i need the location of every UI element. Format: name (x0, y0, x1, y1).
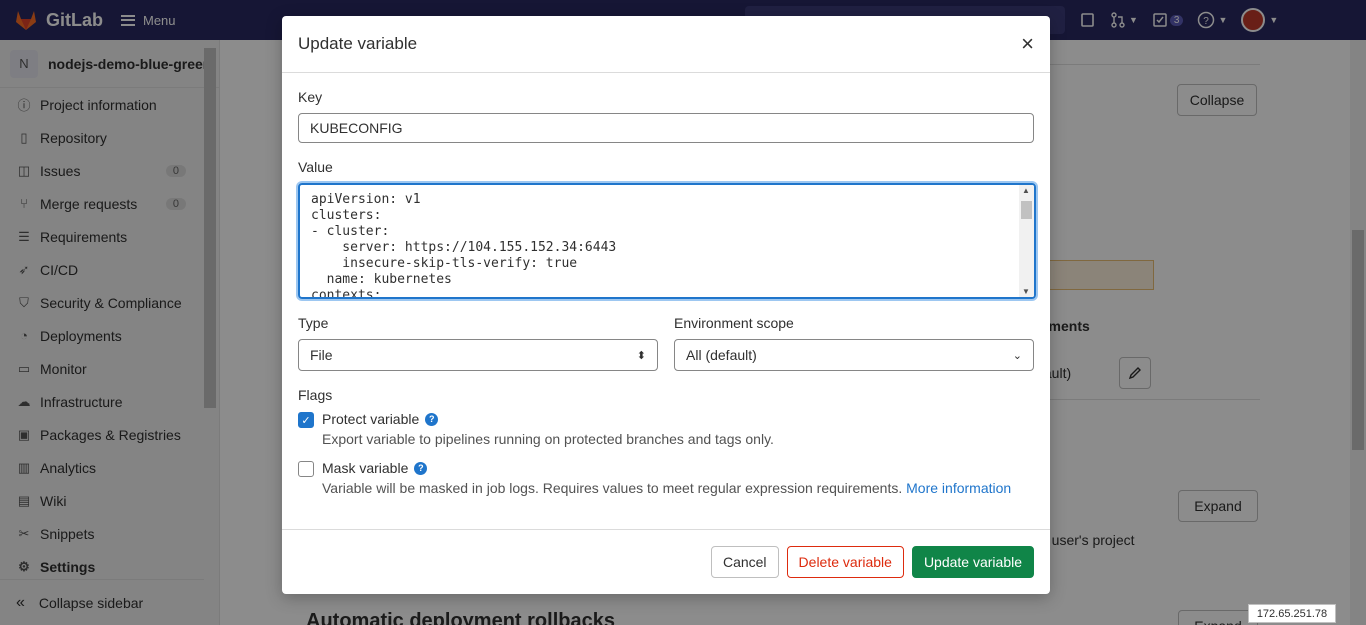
help-icon[interactable]: ? (425, 412, 439, 426)
mask-variable-label: Mask variable (322, 460, 409, 476)
protect-variable-flag: ✓ Protect variable ? Export variable to … (298, 411, 1034, 447)
key-input[interactable]: KUBECONFIG (298, 113, 1034, 143)
protect-variable-label: Protect variable (322, 411, 420, 427)
modal-footer: Cancel Delete variable Update variable (282, 529, 1050, 594)
environment-scope-field: Environment scope All (default) ⌄ (674, 315, 1034, 371)
type-select-value: File (310, 347, 333, 363)
close-icon[interactable]: × (1021, 33, 1034, 55)
modal-title: Update variable (298, 34, 418, 53)
select-updown-icon: ⬍ (636, 349, 646, 362)
type-field: Type File ⬍ (298, 315, 658, 371)
value-scrollbar-thumb[interactable] (1021, 201, 1032, 219)
help-icon[interactable]: ? (414, 461, 428, 475)
modal-body: Key KUBECONFIG Value apiVersion: v1 clus… (282, 73, 1050, 496)
scroll-up-arrow-icon[interactable]: ▲ (1022, 186, 1030, 195)
delete-variable-button[interactable]: Delete variable (786, 546, 904, 578)
chevron-down-icon: ⌄ (1012, 349, 1022, 362)
ip-address-tag: 172.65.251.78 (1248, 604, 1336, 623)
value-textarea[interactable]: apiVersion: v1 clusters: - cluster: serv… (298, 183, 1036, 299)
mask-variable-description: Variable will be masked in job logs. Req… (322, 480, 903, 496)
mask-variable-checkbox[interactable] (298, 461, 314, 477)
update-variable-modal: Update variable × Key KUBECONFIG Value a… (282, 16, 1050, 594)
key-label: Key (298, 89, 323, 105)
environment-scope-select[interactable]: All (default) ⌄ (674, 339, 1034, 371)
type-label: Type (298, 315, 329, 331)
flags-label: Flags (298, 387, 333, 403)
protect-variable-description: Export variable to pipelines running on … (322, 431, 774, 447)
modal-header: Update variable × (282, 16, 1050, 73)
more-information-link[interactable]: More information (906, 480, 1011, 496)
value-scrollbar[interactable]: ▲ ▼ (1019, 185, 1034, 297)
environment-scope-value: All (default) (686, 347, 757, 363)
type-scope-row: Type File ⬍ Environment scope All (defau… (298, 315, 1034, 371)
cancel-button[interactable]: Cancel (710, 546, 779, 578)
scroll-down-arrow-icon[interactable]: ▼ (1022, 287, 1030, 296)
value-label: Value (298, 159, 333, 175)
mask-variable-flag: Mask variable ? Variable will be masked … (298, 460, 1034, 496)
protect-variable-checkbox[interactable]: ✓ (298, 412, 314, 428)
environment-scope-label: Environment scope (674, 315, 794, 331)
update-variable-button[interactable]: Update variable (911, 546, 1034, 578)
value-text: apiVersion: v1 clusters: - cluster: serv… (311, 192, 617, 299)
type-select[interactable]: File ⬍ (298, 339, 658, 371)
